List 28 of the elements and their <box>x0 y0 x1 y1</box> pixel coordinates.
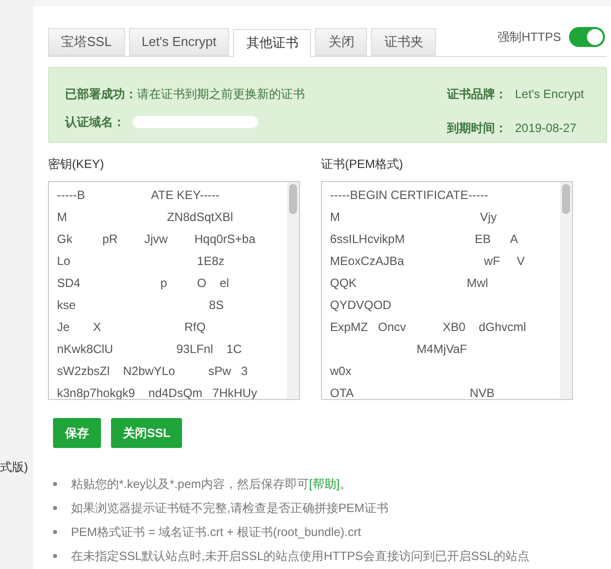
toggle-label: 强制HTTPS <box>498 29 561 46</box>
note-text: PEM格式证书 = 域名证书.crt + 根证书(root_bundle).crt <box>71 524 362 540</box>
brand-label: 证书品牌： <box>447 86 507 103</box>
tab[interactable]: Let's Encrypt <box>128 28 230 56</box>
domain-label: 认证域名： <box>65 114 125 131</box>
tab[interactable]: 其他证书 <box>233 29 312 57</box>
status-label: 已部署成功： <box>65 86 137 103</box>
brand-value: Let's Encrypt <box>515 86 584 103</box>
tab[interactable]: 证书夹 <box>371 28 436 56</box>
bullet-icon <box>53 506 57 510</box>
bullet-icon <box>53 554 57 558</box>
field-label: 证书(PEM格式) <box>321 156 404 173</box>
bullet-icon <box>53 482 57 486</box>
bullet-icon <box>53 530 57 534</box>
scrollbar-thumb[interactable] <box>562 184 570 214</box>
certificate-textarea[interactable]: -----BEGIN CERTIFICATE----- M Vjy 6ssILHcvikpM EB A MEoxCzAJBa wF V QQK Mwl QYDVQOD ExpMZ Oncv XB0 dGhvcml M4MjVaF w0x OTA NVB <box>321 181 573 400</box>
tab[interactable]: 宝塔SSL <box>48 28 125 56</box>
tab[interactable]: 关闭 <box>315 28 368 56</box>
status-text: 请在证书到期之前更换新的证书 <box>137 86 305 103</box>
note-text: 如果浏览器提示证书链不完整,请检查是否正确拼接PEM证书 <box>71 500 388 516</box>
field-label: 密钥(KEY) <box>48 156 106 173</box>
scrollbar-thumb[interactable] <box>289 184 297 214</box>
note-text: 粘贴您的*.key以及*.pem内容，然后保存即可[帮助]。 <box>71 476 352 492</box>
note-text: 在未指定SSL默认站点时,未开启SSL的站点使用HTTPS会直接访问到已开启SSL的站点 <box>71 548 530 564</box>
expiry-label: 到期时间： <box>447 120 507 136</box>
toggle-switch[interactable] <box>569 27 605 47</box>
sidebar-item[interactable]: 式版) <box>0 458 33 476</box>
expiry-value: 2019-08-27 <box>515 120 578 136</box>
